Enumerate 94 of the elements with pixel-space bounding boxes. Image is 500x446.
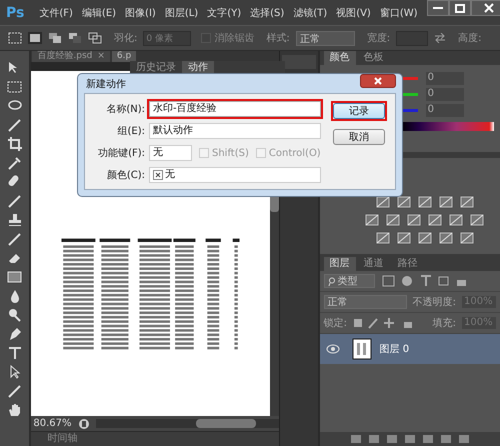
adjustment-icon[interactable] <box>396 232 411 244</box>
layer-action-icon[interactable] <box>440 434 452 444</box>
app-logo: Ps <box>6 4 24 20</box>
no-color-icon <box>153 170 163 180</box>
group-dropdown[interactable]: 默认动作 <box>149 123 321 139</box>
layer-action-icon[interactable] <box>368 434 380 444</box>
menu-item[interactable]: 文件(F) <box>39 6 73 20</box>
close-button[interactable] <box>470 0 500 16</box>
swap-icon[interactable] <box>434 33 446 43</box>
status-icon[interactable] <box>78 418 90 430</box>
style-dropdown[interactable]: 正常 <box>296 30 355 46</box>
layer-action-icon[interactable] <box>350 434 362 444</box>
layer-action-icon[interactable] <box>386 434 398 444</box>
adjustment-icon[interactable] <box>470 214 484 226</box>
document-tab[interactable]: 6.p <box>112 51 136 62</box>
close-icon <box>484 3 494 13</box>
close-button[interactable] <box>360 74 396 88</box>
panel-tab[interactable]: 图层 <box>324 257 356 271</box>
dialog-title: 新建动作 <box>86 78 126 90</box>
minimize-button[interactable] <box>426 0 449 16</box>
menu-item[interactable]: 滤镜(T) <box>293 6 328 20</box>
adjustment-icon[interactable] <box>386 214 400 226</box>
close-icon <box>374 77 382 85</box>
layer-name: 图层 0 <box>380 343 410 356</box>
horizontal-scrollbar[interactable] <box>96 419 280 428</box>
adjustment-icon[interactable] <box>396 196 411 208</box>
height-label: 高度: <box>458 32 482 45</box>
adjustment-icon[interactable] <box>376 196 390 208</box>
lock-label: 锁定: <box>324 316 347 330</box>
name-field[interactable]: 水印-百度经验 <box>149 101 321 117</box>
search-icon <box>328 276 336 286</box>
adjustment-icon[interactable] <box>438 232 453 244</box>
menu-item[interactable]: 编辑(E) <box>82 6 116 20</box>
checkbox-label: Shift(S) <box>212 148 249 158</box>
adjustment-icon[interactable] <box>418 196 432 208</box>
adjustment-icon[interactable] <box>460 196 474 208</box>
field-label: 颜色(C): <box>106 168 145 182</box>
panel-tab[interactable]: 路径 <box>392 257 424 271</box>
antialias-label: 消除锯齿 <box>214 32 254 45</box>
checkbox-label: Control(O) <box>268 148 321 158</box>
marquee-icon[interactable] <box>8 32 22 44</box>
adjustment-icon[interactable] <box>438 196 453 208</box>
adjustment-icon[interactable] <box>428 214 442 226</box>
subtract-selection-icon[interactable] <box>68 32 82 44</box>
field-label: 功能键(F): <box>97 146 145 160</box>
menu-item[interactable]: 视图(V) <box>336 6 371 20</box>
minimize-icon <box>432 6 443 10</box>
layer-action-icon[interactable] <box>404 434 416 444</box>
menu-item[interactable]: 窗口(W) <box>380 6 418 20</box>
intersect-selection-icon[interactable] <box>88 32 102 44</box>
menu-item[interactable]: 选择(S) <box>250 6 284 20</box>
width-label: 宽度: <box>366 32 390 45</box>
field-label: 组(E): <box>116 125 145 138</box>
panel-tab[interactable]: 色板 <box>358 51 390 65</box>
layer-action-icon[interactable] <box>422 434 434 444</box>
adjustment-icon[interactable] <box>418 232 432 244</box>
adjustment-icon[interactable] <box>407 214 422 226</box>
field-label: 名称(N): <box>105 103 145 116</box>
feather-label: 羽化: <box>114 32 138 45</box>
add-selection-icon[interactable] <box>48 32 62 44</box>
panel-tab[interactable]: 历史记录 <box>130 61 182 75</box>
eye-icon[interactable] <box>326 344 340 354</box>
menu-item[interactable]: 文字(Y) <box>207 6 242 20</box>
zoom-level: 80.67% <box>33 418 72 429</box>
channel-value-field[interactable]: 0 <box>426 104 464 117</box>
color-dropdown[interactable]: 无 <box>149 167 321 183</box>
filter-dropdown[interactable]: 类型 <box>324 274 375 288</box>
dialog-button[interactable]: 取消 <box>332 129 385 145</box>
channel-value-field[interactable]: 0 <box>426 88 464 101</box>
adjustment-icon[interactable] <box>376 232 390 244</box>
layer-row[interactable]: 图层 0 <box>320 334 500 364</box>
menu-item[interactable]: 图层(L) <box>164 6 198 20</box>
maximize-icon <box>454 4 465 12</box>
fill-label: 填充: <box>432 316 456 330</box>
menu-item[interactable]: 图像(I) <box>125 6 156 20</box>
timeline-tab[interactable]: 时间轴 <box>47 433 78 444</box>
panel-tab[interactable]: 颜色 <box>324 51 356 65</box>
blend-mode-dropdown[interactable]: 正常 <box>324 295 407 309</box>
color-value: 无 <box>165 168 175 182</box>
panel-tab[interactable]: 通道 <box>358 257 390 271</box>
function-key-dropdown[interactable]: 无 <box>149 145 192 161</box>
lock-icons-drawing[interactable] <box>352 317 415 329</box>
opacity-label: 不透明度: <box>412 296 456 309</box>
new-selection-icon[interactable] <box>28 32 42 44</box>
document-tab[interactable]: 百度经验.psd × <box>32 51 110 62</box>
maximize-button[interactable] <box>448 0 471 16</box>
adjustment-icon[interactable] <box>460 232 474 244</box>
adjustment-icon[interactable] <box>449 214 464 226</box>
dialog-button[interactable]: 记录 <box>332 103 385 119</box>
style-label: 样式: <box>266 32 290 45</box>
adjustment-icon[interactable] <box>365 214 380 226</box>
layer-thumbnail <box>352 338 372 360</box>
layer-action-icon[interactable] <box>458 434 470 444</box>
channel-value-field[interactable]: 0 <box>426 72 464 85</box>
